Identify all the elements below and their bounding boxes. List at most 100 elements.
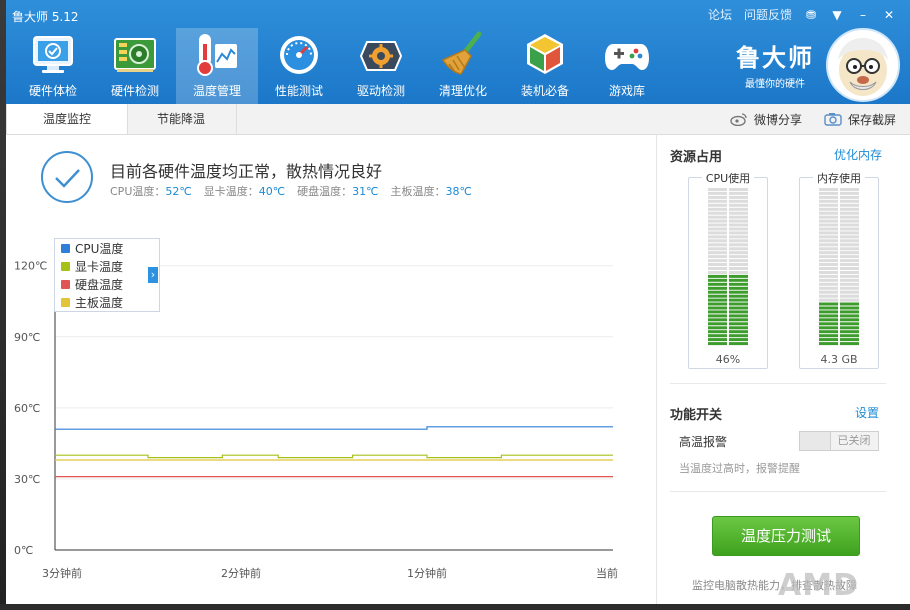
minimize-icon[interactable]: –: [856, 8, 870, 22]
meter-segment: [708, 290, 727, 294]
legend-collapse-button[interactable]: ›: [148, 267, 158, 283]
meter-segment: [840, 274, 859, 278]
meter-segment: [840, 318, 859, 322]
meter-segment: [708, 223, 727, 227]
meter-segment: [819, 235, 838, 239]
x-tick-label: 1分钟前: [407, 566, 447, 580]
meter-segment: [840, 290, 859, 294]
meter-segment: [729, 203, 748, 207]
close-icon[interactable]: ✕: [882, 8, 896, 22]
memory-usage-meter: 内存使用 4.3 GB: [799, 172, 879, 369]
meter-segment: [708, 199, 727, 203]
reading-board: 主板温度：38℃: [390, 185, 472, 198]
status-title: 目前各硬件温度均正常，散热情况良好: [110, 162, 383, 181]
meter-segment: [819, 195, 838, 199]
meter-segment: [840, 251, 859, 255]
sub-actions: 微博分享 保存截屏: [730, 104, 896, 134]
meter-segment: [819, 274, 838, 278]
meter-segment: [729, 282, 748, 286]
meter-segment: [840, 302, 859, 306]
nav-games[interactable]: 游戏库: [586, 28, 668, 104]
main-nav: 硬件体检 硬件检测 温度管理 性能测试 驱动检测 清理优化 装机必备 游戏库: [12, 28, 668, 104]
meter-segment: [819, 330, 838, 334]
meter-segment: [819, 239, 838, 243]
nav-driver[interactable]: 驱动检测: [340, 28, 422, 104]
meter-segment: [729, 294, 748, 298]
meter-segment: [819, 199, 838, 203]
optimize-memory-link[interactable]: 优化内存: [834, 146, 882, 163]
monitor-check-icon: [33, 36, 73, 73]
legend-swatch: [61, 261, 70, 271]
mascot-avatar[interactable]: [826, 28, 900, 102]
status-readings: CPU温度：52℃ 显卡温度：40℃ 硬盘温度：31℃ 主板温度：38℃: [110, 183, 472, 199]
high-temp-alarm-toggle[interactable]: 已关闭: [799, 431, 879, 451]
meter-segment: [840, 286, 859, 290]
tab-energy-saving[interactable]: 节能降温: [126, 104, 237, 134]
meter-segment: [729, 207, 748, 211]
y-tick-label: 30℃: [14, 473, 40, 486]
forum-link[interactable]: 论坛: [708, 6, 732, 23]
legend-label: 硬盘温度: [75, 277, 124, 292]
meter-segment: [708, 310, 727, 314]
panel-divider: [656, 134, 657, 604]
nav-cleanup[interactable]: 清理优化: [422, 28, 504, 104]
meter-segment: [708, 231, 727, 235]
legend-item-cpu[interactable]: CPU温度: [55, 239, 159, 257]
stress-test-button[interactable]: 温度压力测试: [712, 516, 860, 556]
feedback-link[interactable]: 问题反馈: [744, 6, 792, 23]
meter-segment: [840, 243, 859, 247]
meter-segment: [708, 322, 727, 326]
weibo-share-button[interactable]: 微博分享: [730, 111, 802, 128]
save-screenshot-label: 保存截屏: [847, 112, 896, 127]
skin-icon[interactable]: ⛃: [804, 8, 818, 22]
meter-segment: [708, 271, 727, 274]
meter-segment: [819, 191, 838, 195]
meter-segment: [840, 231, 859, 235]
meter-segment: [729, 306, 748, 310]
legend-item-disk[interactable]: 硬盘温度: [55, 275, 159, 293]
meter-segment: [840, 188, 859, 191]
meter-segment: [819, 271, 838, 274]
brand: 鲁大师 最懂你的硬件: [736, 38, 814, 90]
toggle-knob: [800, 432, 831, 450]
tab-temperature-monitor[interactable]: 温度监控: [6, 104, 128, 134]
meter-segment: [708, 255, 727, 259]
nav-label: 性能测试: [274, 84, 323, 98]
nav-performance[interactable]: 性能测试: [258, 28, 340, 104]
meter-segment: [729, 278, 748, 282]
high-temp-alarm-label: 高温报警: [679, 435, 728, 449]
meter-segment: [819, 251, 838, 255]
legend-swatch: [61, 279, 70, 289]
legend-item-board[interactable]: 主板温度: [55, 293, 159, 311]
meter-segment: [708, 334, 727, 338]
features-title: 功能开关: [670, 408, 723, 423]
meter-segment: [708, 267, 727, 270]
meter-segment: [708, 259, 727, 263]
meter-segment: [708, 302, 727, 306]
weibo-share-label: 微博分享: [753, 112, 802, 127]
toggle-state: 已关闭: [837, 434, 871, 447]
meter-segment: [729, 191, 748, 195]
nav-temperature[interactable]: 温度管理: [176, 28, 258, 104]
meter-segment: [729, 330, 748, 334]
cpu-usage-value: 46%: [715, 353, 741, 366]
memory-usage-bars: [819, 188, 859, 346]
app-window: 鲁大师 5.12 论坛 问题反馈 ⛃ ▼ – ✕ 硬件体检 硬件检测 温度管理: [6, 0, 910, 604]
settings-link[interactable]: 设置: [855, 404, 879, 421]
save-screenshot-button[interactable]: 保存截屏: [824, 111, 896, 128]
nav-hardware-checkup[interactable]: 硬件体检: [12, 28, 94, 104]
meter-segment: [819, 294, 838, 298]
meter-segment: [819, 188, 838, 191]
menu-dropdown-icon[interactable]: ▼: [830, 8, 844, 22]
meter-segment: [819, 207, 838, 211]
nav-hardware-detect[interactable]: 硬件检测: [94, 28, 176, 104]
legend-item-gpu[interactable]: 显卡温度: [55, 257, 159, 275]
gamepad-icon: [605, 44, 649, 70]
nav-essentials[interactable]: 装机必备: [504, 28, 586, 104]
meter-segment: [708, 282, 727, 286]
meter-segment: [729, 211, 748, 215]
meter-segment: [729, 199, 748, 203]
meter-segment: [840, 330, 859, 334]
meter-segment: [708, 235, 727, 239]
reading-cpu: CPU温度：52℃: [110, 185, 192, 198]
